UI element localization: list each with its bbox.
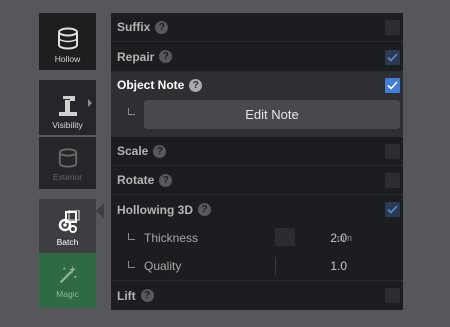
- quality-label: Quality: [144, 259, 182, 273]
- tree-elbow: [128, 108, 135, 115]
- submenu-arrow-icon: [88, 99, 92, 107]
- help-icon[interactable]: ?: [159, 173, 173, 187]
- thickness-unit: mm: [337, 233, 352, 243]
- object-note-checkbox[interactable]: [385, 78, 400, 93]
- lift-label: Lift: [117, 288, 136, 303]
- rotate-label: Rotate: [117, 173, 155, 187]
- exterior-tool-button[interactable]: Exterior: [39, 137, 96, 189]
- help-icon[interactable]: ?: [189, 78, 203, 92]
- quality-row: Quality 1.0: [111, 252, 403, 281]
- thickness-label: Thickness: [144, 231, 199, 245]
- quality-slider[interactable]: [275, 257, 276, 275]
- hollowing-row[interactable]: Hollowing 3D ?: [111, 195, 403, 224]
- hollow-tool-button[interactable]: Hollow: [39, 13, 96, 70]
- tree-elbow: [128, 233, 135, 240]
- magic-label: Magic: [56, 289, 79, 299]
- visibility-icon: [58, 96, 77, 116]
- batch-settings-panel: Suffix ? Repair ? Object Note ? Edit Not…: [111, 13, 403, 310]
- exterior-icon: [58, 148, 77, 168]
- suffix-label: Suffix: [117, 20, 151, 34]
- help-icon[interactable]: ?: [153, 144, 167, 158]
- thickness-slider[interactable]: [275, 228, 295, 246]
- scale-checkbox[interactable]: [385, 144, 400, 159]
- exterior-label: Exterior: [52, 172, 83, 182]
- repair-checkbox[interactable]: [385, 50, 400, 65]
- check-icon: [387, 205, 398, 214]
- scale-row[interactable]: Scale ?: [111, 137, 403, 166]
- repair-label: Repair: [117, 49, 155, 64]
- hollow-label: Hollow: [54, 54, 81, 64]
- lift-checkbox[interactable]: [385, 288, 400, 303]
- suffix-row[interactable]: Suffix ?: [111, 13, 403, 42]
- visibility-tool-button[interactable]: Visibility: [39, 80, 96, 135]
- object-note-label: Object Note: [117, 78, 185, 92]
- hollowing-checkbox[interactable]: [385, 202, 400, 217]
- help-icon[interactable]: ?: [140, 289, 154, 302]
- help-icon[interactable]: ?: [198, 203, 211, 216]
- help-icon[interactable]: ?: [155, 20, 169, 34]
- visibility-label: Visibility: [52, 120, 83, 130]
- thickness-row: Thickness 2.0 mm: [111, 224, 403, 252]
- edit-note-button[interactable]: Edit Note: [144, 100, 400, 129]
- check-icon: [387, 81, 398, 90]
- rotate-row[interactable]: Rotate ?: [111, 166, 403, 195]
- help-icon[interactable]: ?: [159, 50, 173, 63]
- scale-label: Scale: [117, 144, 149, 158]
- hollow-icon: [57, 27, 78, 50]
- batch-pointer: [96, 203, 104, 219]
- batch-tool-button[interactable]: Batch: [39, 199, 96, 253]
- hollowing-label: Hollowing 3D: [117, 202, 193, 217]
- tree-elbow: [128, 261, 135, 268]
- magic-tool-button[interactable]: Magic: [39, 253, 96, 308]
- lift-row[interactable]: Lift ?: [111, 281, 403, 310]
- object-note-section: Object Note ? Edit Note: [111, 72, 403, 137]
- batch-gears-icon: [58, 210, 80, 233]
- batch-label: Batch: [56, 237, 79, 247]
- object-note-row[interactable]: Object Note ?: [111, 72, 403, 98]
- rotate-checkbox[interactable]: [385, 173, 400, 188]
- repair-row[interactable]: Repair ?: [111, 42, 403, 72]
- suffix-checkbox[interactable]: [385, 20, 400, 35]
- magic-wand-icon: [59, 265, 76, 284]
- quality-value[interactable]: 1.0: [330, 259, 347, 273]
- check-icon: [387, 53, 398, 62]
